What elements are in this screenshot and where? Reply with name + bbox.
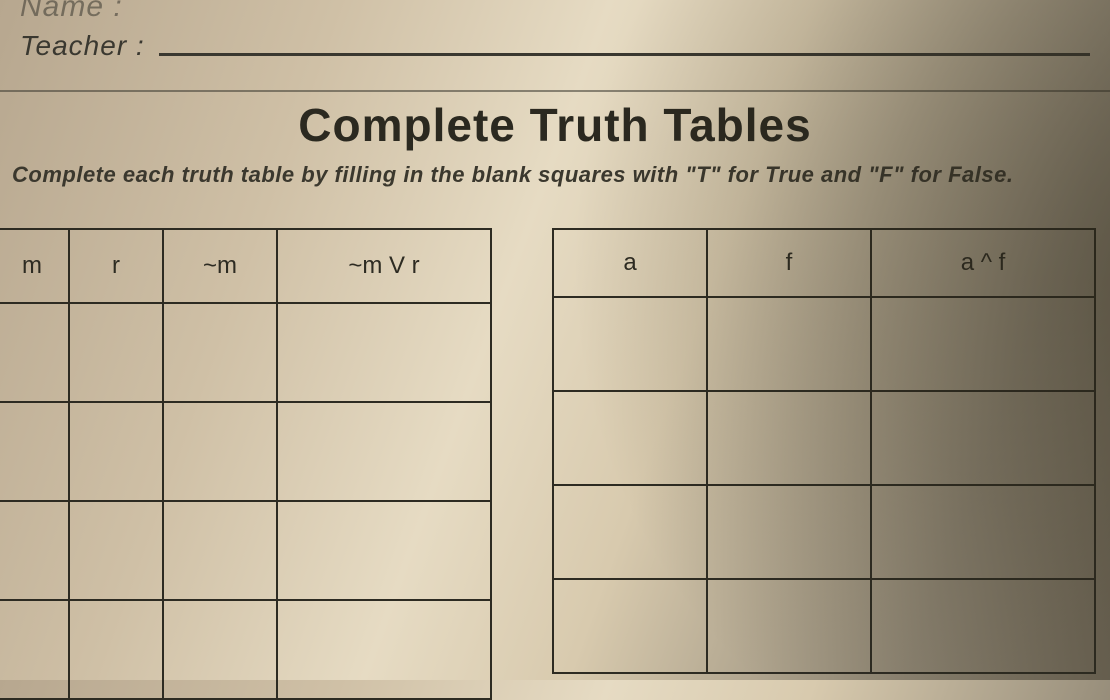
blank-cell[interactable] xyxy=(69,303,163,402)
table-row xyxy=(553,485,1095,579)
worksheet-page: Name : Teacher : Complete Truth Tables C… xyxy=(0,0,1110,700)
col-header: f xyxy=(707,229,871,297)
worksheet-title: Complete Truth Tables xyxy=(0,98,1110,152)
col-header: a ^ f xyxy=(871,229,1095,297)
col-header: ~m V r xyxy=(277,229,491,303)
blank-cell[interactable] xyxy=(0,303,69,402)
blank-cell[interactable] xyxy=(707,391,871,485)
blank-cell[interactable] xyxy=(163,402,277,501)
blank-cell[interactable] xyxy=(163,303,277,402)
tables-container: m r ~m ~m V r xyxy=(0,228,1110,700)
instructions-text: Complete each truth table by filling in … xyxy=(12,162,1110,188)
col-header: r xyxy=(69,229,163,303)
truth-table-left: m r ~m ~m V r xyxy=(0,228,492,700)
blank-cell[interactable] xyxy=(553,579,707,673)
blank-cell[interactable] xyxy=(871,485,1095,579)
teacher-label: Teacher : xyxy=(20,30,145,62)
blank-cell[interactable] xyxy=(277,600,491,699)
blank-cell[interactable] xyxy=(707,579,871,673)
table-row xyxy=(0,501,491,600)
table-row xyxy=(0,303,491,402)
name-field-row: Name : xyxy=(0,0,1110,24)
blank-cell[interactable] xyxy=(69,402,163,501)
blank-cell[interactable] xyxy=(0,402,69,501)
truth-table-right: a f a ^ f xyxy=(552,228,1096,674)
blank-cell[interactable] xyxy=(871,391,1095,485)
blank-cell[interactable] xyxy=(277,501,491,600)
table-row xyxy=(553,391,1095,485)
blank-cell[interactable] xyxy=(871,297,1095,391)
blank-cell[interactable] xyxy=(0,501,69,600)
table-row xyxy=(553,297,1095,391)
blank-cell[interactable] xyxy=(553,485,707,579)
blank-cell[interactable] xyxy=(69,501,163,600)
table-header-row: a f a ^ f xyxy=(553,229,1095,297)
table-row xyxy=(553,579,1095,673)
table-row xyxy=(0,402,491,501)
blank-cell[interactable] xyxy=(0,600,69,699)
blank-cell[interactable] xyxy=(707,297,871,391)
col-header: ~m xyxy=(163,229,277,303)
table-row xyxy=(0,600,491,699)
blank-cell[interactable] xyxy=(163,501,277,600)
name-label: Name : xyxy=(20,0,123,24)
blank-cell[interactable] xyxy=(277,402,491,501)
blank-cell[interactable] xyxy=(277,303,491,402)
blank-cell[interactable] xyxy=(871,579,1095,673)
table-header-row: m r ~m ~m V r xyxy=(0,229,491,303)
teacher-field-row: Teacher : xyxy=(0,30,1110,62)
blank-cell[interactable] xyxy=(69,600,163,699)
blank-cell[interactable] xyxy=(553,391,707,485)
divider-rule xyxy=(0,90,1110,92)
teacher-blank-line[interactable] xyxy=(159,53,1090,56)
col-header: m xyxy=(0,229,69,303)
blank-cell[interactable] xyxy=(163,600,277,699)
blank-cell[interactable] xyxy=(707,485,871,579)
col-header: a xyxy=(553,229,707,297)
blank-cell[interactable] xyxy=(553,297,707,391)
